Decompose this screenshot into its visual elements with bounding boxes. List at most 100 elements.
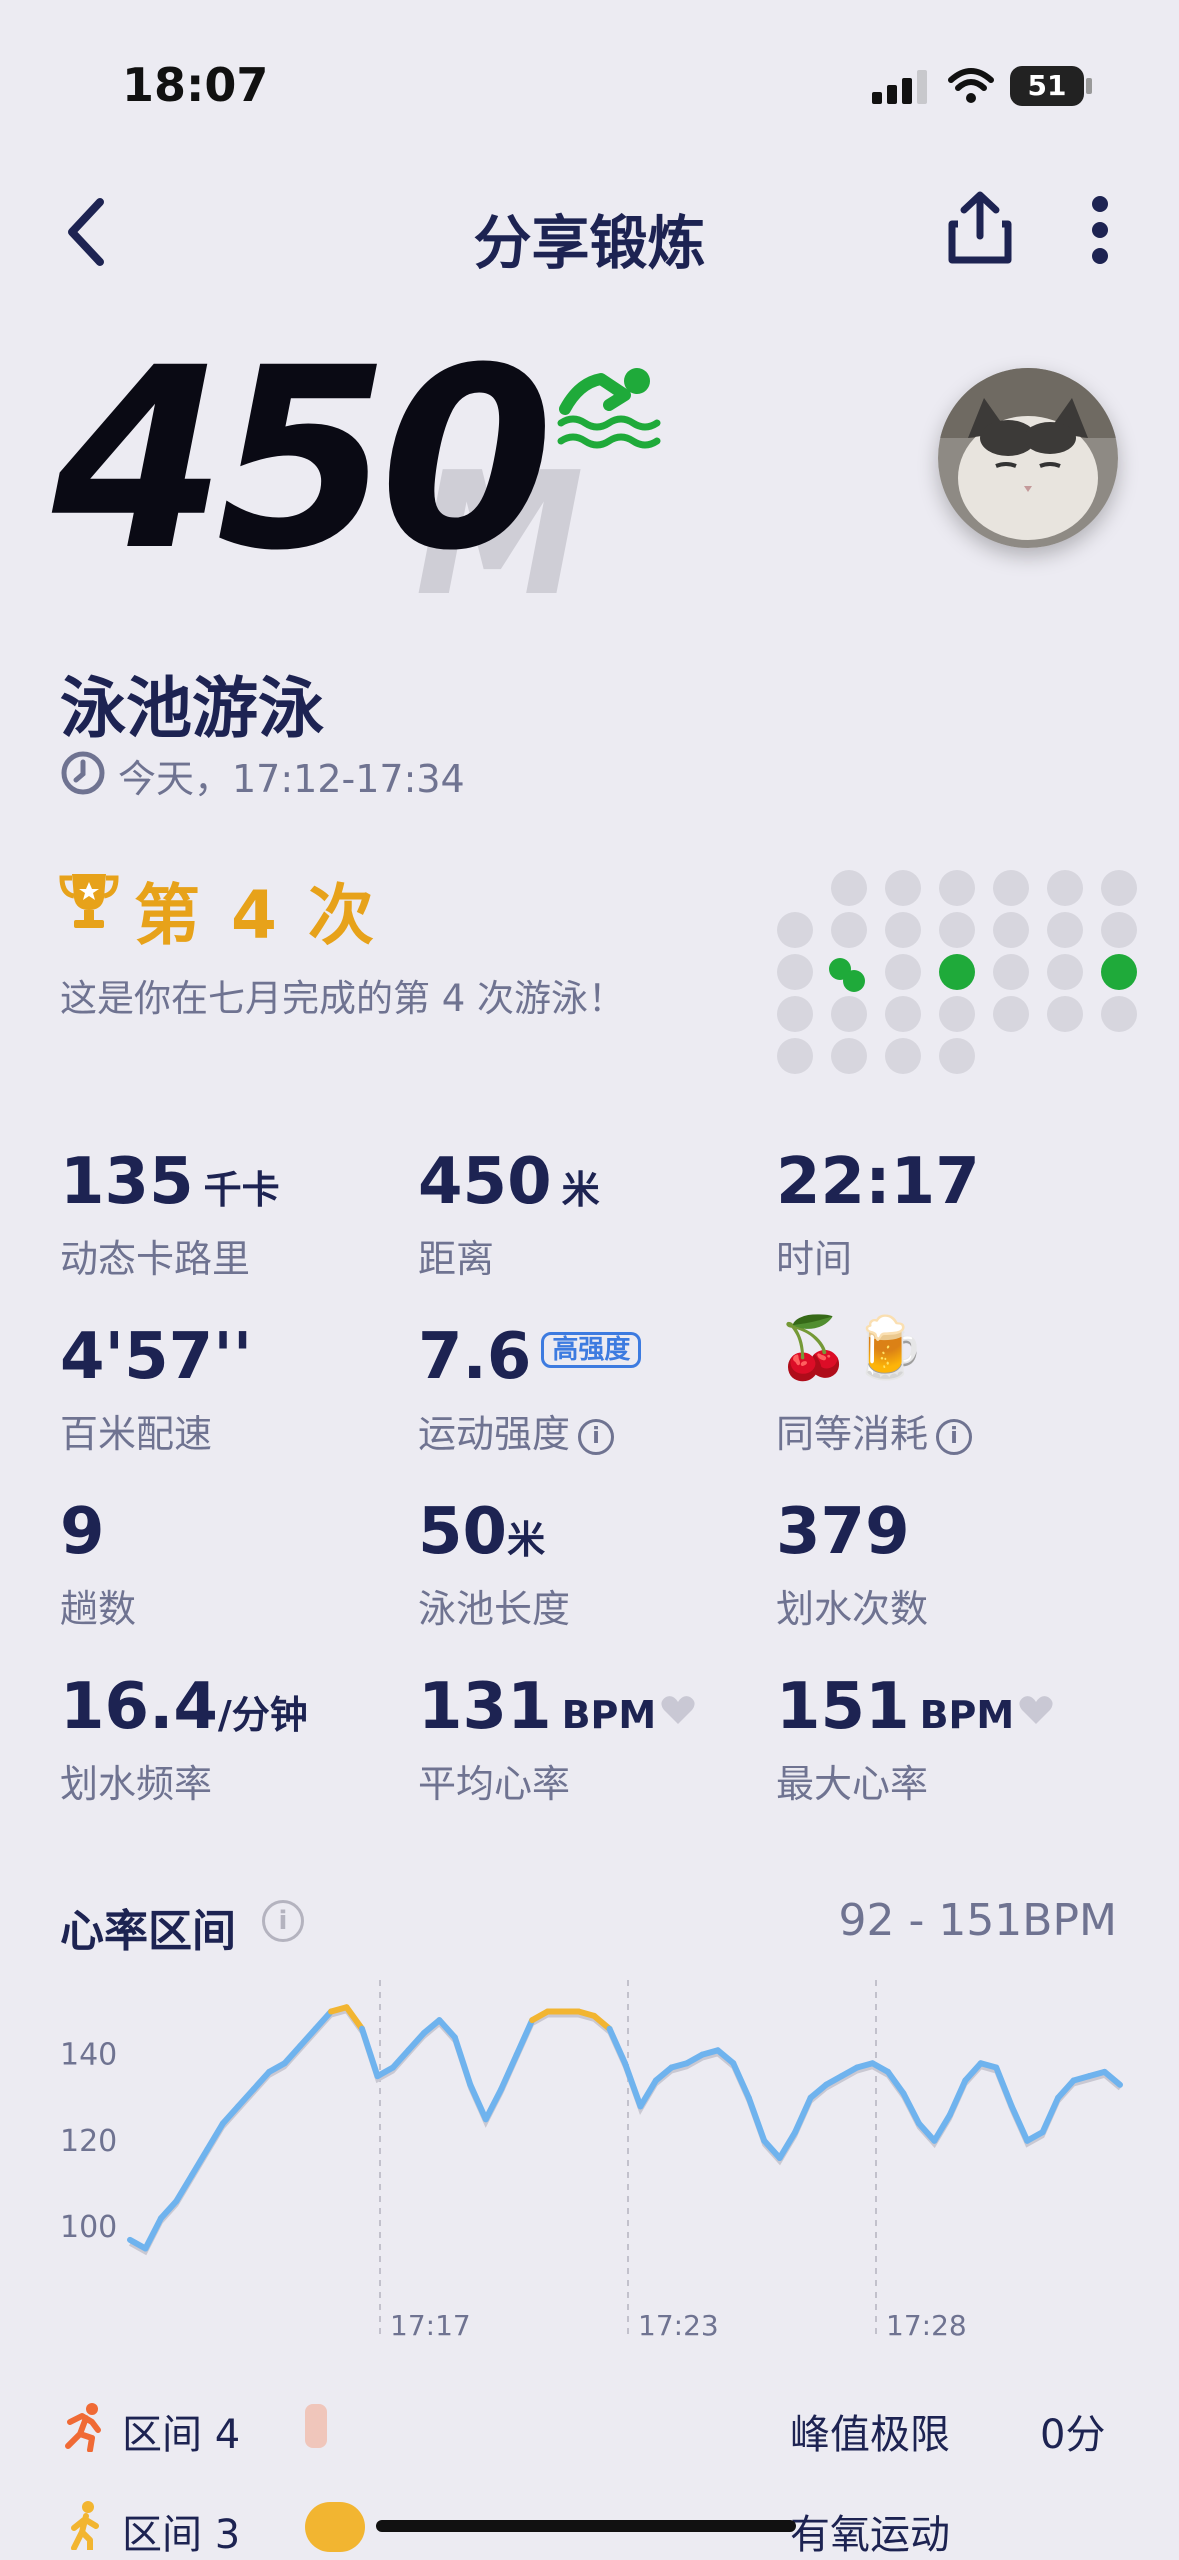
stroke-rate-label: 划水频率 [60,1762,213,1806]
runner-icon [65,2403,101,2452]
signal-icon [872,70,927,104]
hr-line-segment [359,2025,381,2080]
intensity-label[interactable]: 运动强度 i [418,1403,615,1458]
wifi-icon [948,68,994,103]
zone4-bar [305,2404,327,2448]
calories-value: 135 千卡 [60,1145,280,1219]
calendar-dot [831,870,867,906]
calendar-dot [993,912,1029,948]
calendar-dot [1047,954,1083,990]
avatar[interactable] [938,368,1118,548]
hr-line-segment [482,2086,505,2123]
calendar-dot [1047,912,1083,948]
equivalent-icons: 🍒🍺 [776,1313,926,1383]
hr-line-segment [900,2090,922,2127]
distance-stat-value: 450 米 [418,1145,600,1219]
zone3-bar [305,2502,365,2552]
calendar-dot-swim [843,970,865,992]
zone4-right-label: 峰值极限 [790,2412,950,2458]
max-hr-value: 151 BPM [776,1675,1054,1739]
hr-range: 92 - 151BPM [838,1895,1117,1946]
hr-line-segment [451,2034,474,2088]
hr-line-segment [730,2060,752,2101]
laps-label: 趟数 [60,1587,137,1631]
calendar-dot [885,954,921,990]
pool-length-label: 泳池长度 [418,1587,571,1631]
hr-line-segment [1039,2094,1062,2136]
calendar-dot [831,912,867,948]
home-indicator[interactable] [376,2520,796,2532]
hr-line-segment [931,2111,953,2144]
calendar-dot [993,954,1029,990]
intensity-badge: 高强度 [541,1332,642,1369]
distance-value: 450 [52,314,554,605]
zone3-right-label: 有氧运动 [790,2512,950,2558]
calendar-dot [885,996,921,1032]
x-tick-label: 17:28 [886,2309,967,2342]
heart-rate-chart: 140 120 100 17:17 17:23 17:28 [60,1980,1123,2342]
month-calendar-dots [775,870,1145,1080]
hr-line-segment [946,2077,969,2118]
calendar-dot [993,996,1029,1032]
pace-value: 4'57'' [60,1320,253,1394]
hr-line-segment [993,2064,1015,2110]
hr-line-segment [1008,2103,1031,2144]
y-tick-label: 140 [60,2038,117,2073]
y-tick-label: 120 [60,2124,117,2159]
calories-label: 动态卡路里 [60,1237,251,1281]
hr-line-segment [792,2094,814,2136]
more-options-icon[interactable] [1080,190,1120,270]
pool-length-value: 50米 [418,1495,546,1569]
hr-line-segment [622,2060,644,2110]
activity-time-range: 今天，17:12-17:34 [118,757,465,801]
calendar-dot [777,1038,813,1074]
calendar-dot [993,870,1029,906]
hr-line-segment [884,2068,907,2097]
hr-line-segment [204,2120,226,2153]
calendar-dot [1047,870,1083,906]
hr-line-segment [498,2051,520,2093]
calendar-dot [1101,996,1137,1032]
duration-label: 时间 [776,1237,853,1281]
calendar-dot [885,1038,921,1074]
hr-line-segment [513,2017,536,2058]
avg-hr-label: 平均心率 [418,1762,571,1806]
duration-value: 22:17 [776,1145,980,1219]
calendar-dot [1047,996,1083,1032]
strokes-value: 379 [776,1495,910,1569]
swimming-icon [557,368,661,449]
info-icon[interactable]: i [936,1418,973,1455]
max-hr-label: 最大心率 [776,1762,929,1806]
calendar-dot [777,912,813,948]
calendar-dot [1101,870,1137,906]
strokes-label: 划水次数 [776,1587,929,1631]
calendar-dot [939,996,975,1032]
share-icon[interactable] [944,190,1016,266]
calendar-dot [777,954,813,990]
battery-tip [1086,78,1092,94]
zone4-label: 区间 4 [122,2412,241,2458]
y-tick-label: 100 [60,2210,117,2245]
calendar-dot [939,1038,975,1074]
intensity-value: 7.6 高强度 [418,1325,642,1389]
hr-zones-title: 心率区间 [60,1906,236,1957]
hr-line-segment [776,2129,799,2161]
hr-line-segment [745,2094,768,2144]
heart-icon [1019,1696,1053,1725]
hr-line-segment [637,2077,659,2110]
info-icon[interactable]: i [578,1418,615,1455]
status-time: 18:07 [122,58,269,112]
calendar-dot [1101,912,1137,948]
calendar-dot-swim [1101,954,1137,990]
info-icon[interactable]: i [262,1900,304,1942]
laps-value: 9 [60,1495,105,1569]
zone4-duration: 0分 [1040,2412,1106,2458]
battery-icon: 51 [1010,66,1084,106]
hr-line-segment [188,2146,211,2179]
x-tick-label: 17:17 [390,2309,471,2342]
hr-raw-line [129,2008,1122,2256]
x-tick-label: 17:23 [638,2309,719,2342]
equivalent-label[interactable]: 同等消耗 i [776,1403,973,1458]
calendar-dot-swim [939,954,975,990]
hr-line-segment [173,2172,195,2205]
